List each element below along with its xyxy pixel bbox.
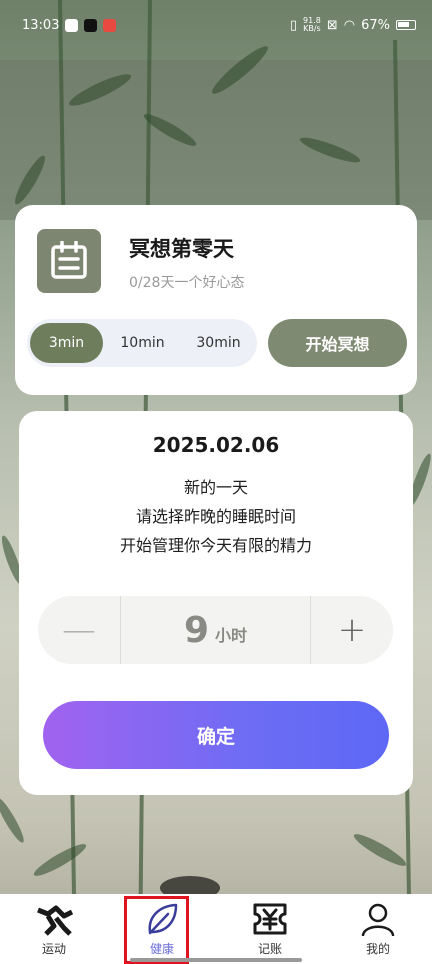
duration-option-3min[interactable]: 3min (30, 323, 103, 363)
tab-label: 记账 (257, 942, 282, 956)
yuan-ticket-icon (253, 903, 287, 935)
tab-exercise[interactable]: 运动 (0, 894, 108, 964)
vibrate-icon: ▯ (289, 17, 298, 33)
hours-unit: 小时 (215, 626, 248, 645)
meditation-progress-text: 0/28天一个好心态 (129, 275, 245, 291)
network-speed: 91.8 KB/s (303, 16, 321, 33)
status-time: 13:03 (22, 17, 60, 33)
home-indicator[interactable] (130, 958, 302, 962)
decrease-hours-button[interactable]: — (38, 596, 120, 664)
bottom-tab-bar: 运动 健康 记账 我的 (0, 894, 432, 964)
tab-profile[interactable]: 我的 (324, 894, 432, 964)
sleep-card: 2025.02.06 新的一天 请选择昨晚的睡眠时间 开始管理你今天有限的精力 … (19, 411, 413, 795)
tiktok-icon (84, 18, 98, 32)
meditation-title: 冥想第零天 (129, 237, 234, 261)
notification-app-icon (65, 18, 79, 32)
date-heading: 2025.02.06 (152, 433, 280, 457)
duration-option-30min[interactable]: 30min (182, 323, 255, 363)
start-meditation-button[interactable]: 开始冥想 (268, 319, 407, 367)
sleep-prompt: 新的一天 请选择昨晚的睡眠时间 开始管理你今天有限的精力 (19, 473, 413, 560)
calendar-icon (51, 241, 87, 279)
tab-health[interactable]: 健康 (108, 894, 216, 964)
prompt-line: 开始管理你今天有限的精力 (119, 536, 312, 555)
tab-label: 运动 (41, 942, 66, 956)
person-icon (361, 903, 395, 936)
sleep-hours-stepper: — 9 小时 + (38, 596, 393, 664)
hours-display: 9 小时 (120, 596, 311, 664)
tab-accounting[interactable]: 记账 (216, 894, 324, 964)
prompt-line: 新的一天 (183, 478, 248, 497)
battery-icon (396, 20, 416, 30)
confirm-button[interactable]: 确定 (43, 701, 389, 769)
duration-selector: 3min 10min 30min (27, 319, 257, 367)
notification-app-icon (103, 18, 117, 32)
battery-percent: 67% (361, 17, 390, 33)
wifi-icon: ◠ (343, 17, 356, 33)
running-icon (37, 905, 74, 936)
tab-label: 我的 (365, 942, 390, 956)
tab-label: 健康 (149, 942, 174, 956)
no-sim-icon: ⊠ (326, 17, 338, 33)
status-bar: 13:03 ▯ 91.8 KB/s ⊠ ◠ 67% (0, 0, 432, 50)
calendar-icon-box (37, 229, 101, 293)
meditation-card: 冥想第零天 0/28天一个好心态 3min 10min 30min 开始冥想 (15, 205, 417, 395)
hours-value: 9 (183, 609, 210, 651)
prompt-line: 请选择昨晚的睡眠时间 (135, 507, 296, 526)
increase-hours-button[interactable]: + (311, 596, 393, 664)
duration-option-10min[interactable]: 10min (106, 323, 179, 363)
leaf-icon (148, 903, 178, 935)
